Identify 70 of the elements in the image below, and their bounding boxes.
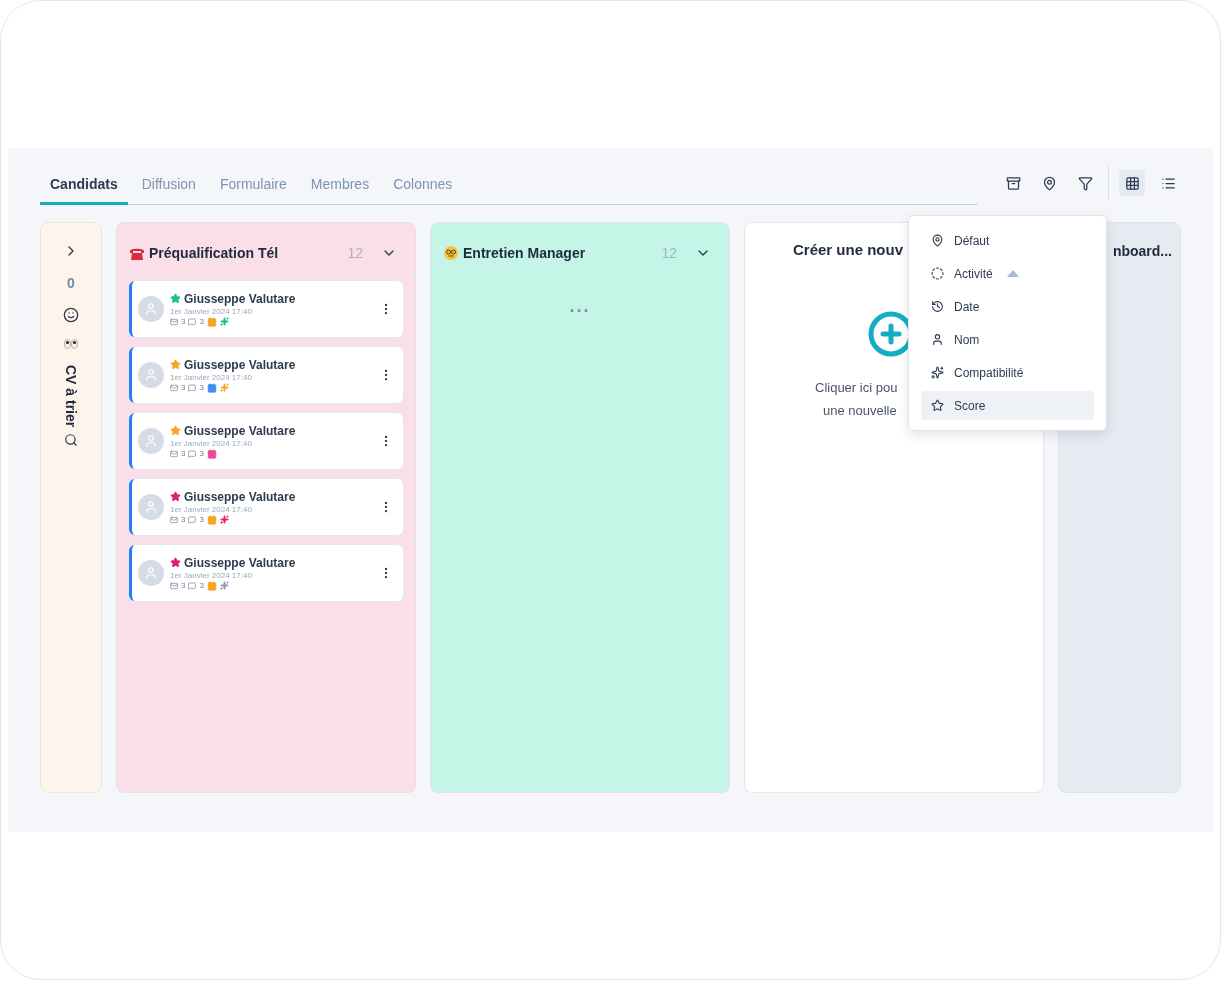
candidate-date: 1er Janvier 2024 17:40	[170, 570, 253, 580]
candidate-card[interactable]: Giusseppe Valutare 1er Janvier 2024 17:40 3 3	[129, 413, 403, 469]
avatar-icon	[138, 362, 164, 388]
activity-icon	[931, 267, 944, 280]
pin-icon	[931, 234, 944, 247]
column-count: 0	[67, 275, 75, 291]
sort-option[interactable]: Score	[921, 391, 1094, 420]
comment-count: 3	[199, 515, 204, 524]
candidate-name: Giusseppe Valutare	[184, 489, 296, 504]
candidate-card[interactable]: Giusseppe Valutare 1er Janvier 2024 17:40 3 3	[129, 545, 403, 601]
candidate-name: Giusseppe Valutare	[184, 291, 296, 306]
column-title: nboard...	[1112, 243, 1172, 261]
mail-icon	[170, 449, 178, 458]
column-title: Entretien Manager	[463, 245, 587, 261]
avatar-icon	[138, 296, 164, 322]
avatar-icon	[138, 494, 164, 520]
mail-icon	[170, 515, 178, 524]
comment-count: 3	[199, 581, 204, 590]
column-count: 12	[347, 245, 363, 261]
avatar-icon	[138, 560, 164, 586]
comment-icon	[188, 581, 197, 590]
comment-icon	[188, 515, 197, 524]
create-hint: une nouvelle	[823, 402, 897, 420]
mail-icon	[170, 581, 178, 590]
loading-dots: ···	[569, 301, 591, 322]
create-hint: Cliquer ici pou	[815, 379, 898, 397]
tab[interactable]: Candidats	[40, 175, 128, 205]
mail-count: 3	[181, 317, 186, 326]
sparkle-icon	[931, 366, 944, 379]
mail-count: 3	[181, 449, 186, 458]
grid-icon	[1124, 175, 1140, 191]
avatar-icon	[138, 428, 164, 454]
face-with-glasses-icon	[443, 245, 459, 261]
history-icon	[931, 300, 944, 313]
view-toggle[interactable]	[1119, 170, 1145, 196]
pin-icon	[1041, 175, 1057, 191]
comment-count: 3	[199, 317, 204, 326]
create-title: Créer une nouv	[793, 241, 904, 258]
archive-icon	[1005, 175, 1021, 191]
mail-count: 3	[181, 515, 186, 524]
mail-count: 3	[181, 581, 186, 590]
star-icon	[931, 399, 944, 412]
candidate-date: 1er Janvier 2024 17:40	[170, 306, 253, 316]
candidate-card[interactable]: Giusseppe Valutare 1er Janvier 2024 17:40 3 3	[129, 347, 403, 403]
comment-count: 3	[199, 383, 204, 392]
filter-icon	[1077, 175, 1093, 191]
comment-icon	[188, 383, 197, 392]
candidate-name: Giusseppe Valutare	[184, 423, 296, 438]
list-icon	[1160, 175, 1176, 191]
comment-icon	[188, 317, 197, 326]
candidate-card[interactable]: Giusseppe Valutare 1er Janvier 2024 17:40 3 3	[129, 281, 403, 337]
candidate-date: 1er Janvier 2024 17:40	[170, 438, 253, 448]
mail-icon	[170, 317, 178, 326]
collapsed-column[interactable]: 0 CV à trier	[40, 222, 102, 793]
column-title: CV à trier	[63, 365, 79, 428]
candidate-date: 1er Janvier 2024 17:40	[170, 504, 253, 514]
eyes-icon	[64, 339, 78, 349]
candidate-name: Giusseppe Valutare	[184, 555, 296, 570]
mail-icon	[170, 383, 178, 392]
candidate-name: Giusseppe Valutare	[184, 357, 296, 372]
column-title: Préqualification Tél	[149, 245, 280, 261]
mail-count: 3	[181, 383, 186, 392]
magnifier-icon	[64, 433, 78, 448]
smiley-icon	[63, 307, 79, 323]
comment-count: 3	[199, 449, 204, 458]
user-icon	[931, 333, 944, 346]
comment-icon	[188, 449, 197, 458]
candidate-date: 1er Janvier 2024 17:40	[170, 372, 253, 382]
candidate-card[interactable]: Giusseppe Valutare 1er Janvier 2024 17:40 3 3	[129, 479, 403, 535]
column-count: 12	[661, 245, 677, 261]
